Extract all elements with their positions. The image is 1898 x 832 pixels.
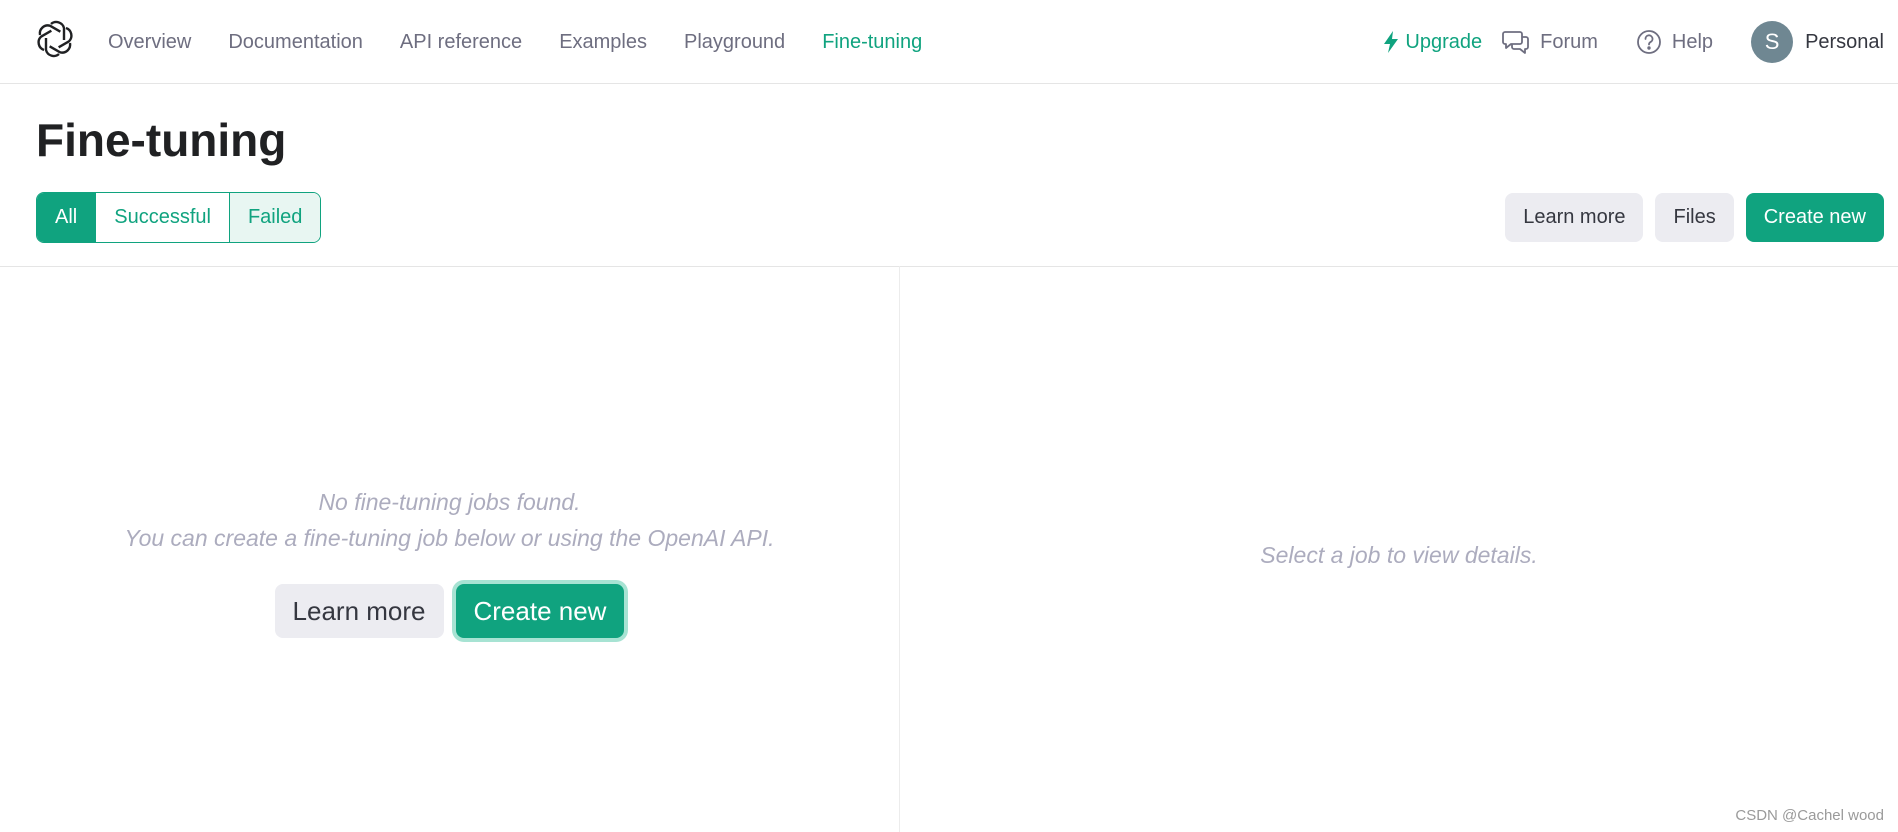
files-button[interactable]: Files <box>1655 193 1734 242</box>
details-empty-state: Select a job to view details. <box>1260 542 1538 568</box>
watermark: CSDN @Cachel wood <box>1735 807 1884 824</box>
forum-link[interactable]: Forum <box>1502 29 1598 55</box>
empty-message-body: You can create a fine-tuning job below o… <box>124 525 775 551</box>
account-name[interactable]: Personal <box>1805 31 1884 54</box>
header-actions: Learn more Files Create new <box>1505 193 1884 242</box>
filter-successful[interactable]: Successful <box>96 193 230 242</box>
empty-create-new-button[interactable]: Create new <box>455 584 625 638</box>
question-circle-icon <box>1637 30 1661 54</box>
empty-learn-more-button[interactable]: Learn more <box>274 584 444 638</box>
avatar[interactable]: S <box>1751 21 1794 63</box>
nav-link-overview[interactable]: Overview <box>108 31 191 54</box>
help-link[interactable]: Help <box>1636 29 1713 55</box>
top-navigation: Overview Documentation API reference Exa… <box>0 0 1898 84</box>
lightning-icon <box>1384 31 1399 53</box>
jobs-empty-state: No fine-tuning jobs found. You can creat… <box>0 484 899 638</box>
empty-message-title: No fine-tuning jobs found. <box>318 489 581 515</box>
forum-label: Forum <box>1540 30 1598 53</box>
learn-more-button[interactable]: Learn more <box>1505 193 1644 242</box>
header-divider <box>0 266 1898 267</box>
openai-logo-icon[interactable] <box>36 20 74 58</box>
nav-link-examples[interactable]: Examples <box>559 31 647 54</box>
nav-links: Overview Documentation API reference Exa… <box>108 0 959 84</box>
nav-right: Upgrade Forum Help S Personal <box>1383 0 1884 84</box>
empty-actions: Learn more Create new <box>0 584 899 638</box>
status-filter: All Successful Failed <box>36 192 322 243</box>
nav-link-playground[interactable]: Playground <box>684 31 785 54</box>
nav-link-documentation[interactable]: Documentation <box>228 31 363 54</box>
filter-failed[interactable]: Failed <box>229 193 321 242</box>
create-new-button[interactable]: Create new <box>1745 193 1884 242</box>
nav-link-fine-tuning[interactable]: Fine-tuning <box>822 31 922 54</box>
upgrade-label: Upgrade <box>1405 30 1483 53</box>
nav-link-api-reference[interactable]: API reference <box>400 31 522 54</box>
filter-all[interactable]: All <box>37 193 97 242</box>
help-label: Help <box>1671 30 1714 53</box>
upgrade-link[interactable]: Upgrade <box>1383 31 1482 54</box>
page-title: Fine-tuning <box>36 114 287 166</box>
chat-bubbles-icon <box>1502 31 1530 54</box>
